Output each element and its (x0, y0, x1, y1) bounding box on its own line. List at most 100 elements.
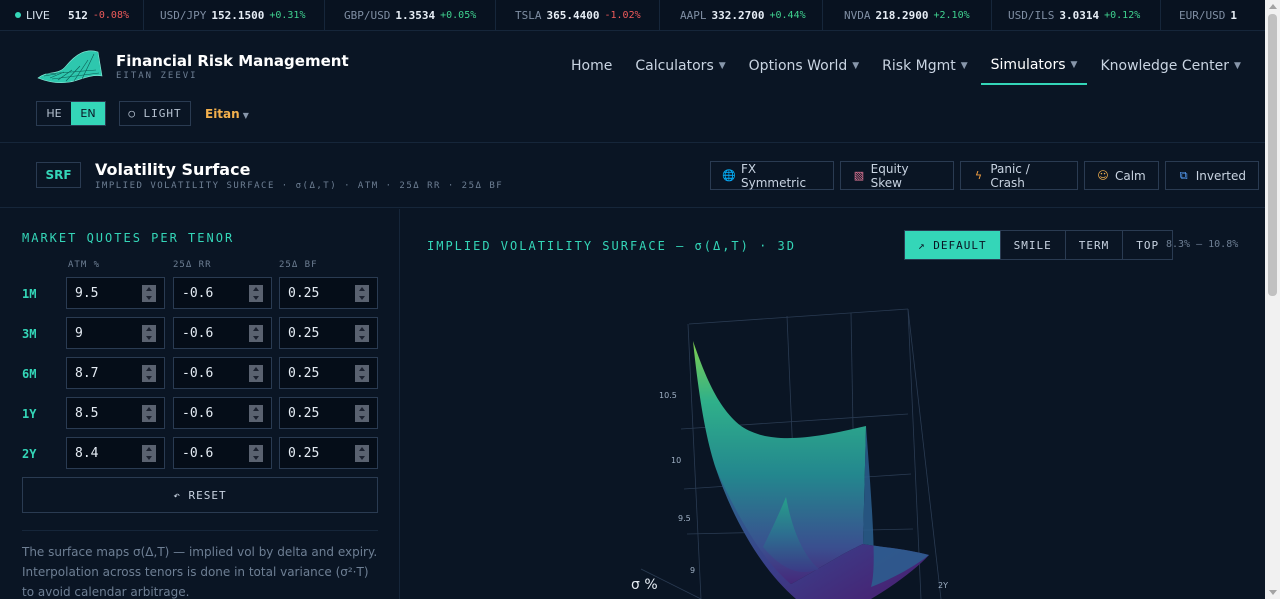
stepper-icon[interactable] (355, 285, 369, 302)
tenor-label-6m: 6M (22, 367, 37, 381)
preset-inverted-button[interactable]: ⧉ Inverted (1164, 161, 1260, 190)
market-ticker: 512 -0.08% USD/JPY 152.1500 +0.31% GBP/USD 1.3… (0, 0, 1265, 31)
stepper-icon[interactable] (249, 285, 263, 302)
input-value: -0.6 (182, 366, 214, 381)
stepper-icon[interactable] (355, 445, 369, 462)
view-term-button[interactable]: TERM (1066, 231, 1124, 259)
quote-input-1y-rr[interactable]: -0.6 (173, 397, 272, 429)
nav-item-knowledge-center[interactable]: Knowledge Center ▼ (1090, 51, 1250, 85)
stepper-icon[interactable] (355, 325, 369, 342)
quote-input-3m-rr[interactable]: -0.6 (173, 317, 272, 349)
preset-panic-crash-button[interactable]: ϟ Panic / Crash (959, 161, 1078, 190)
ticker-item[interactable]: 512 -0.08% (63, 0, 129, 30)
user-name: Eitan (205, 107, 240, 121)
quote-input-2y-atm[interactable]: 8.4 (66, 437, 165, 469)
view-smile-button[interactable]: SMILE (1001, 231, 1066, 259)
quote-input-1m-rr[interactable]: -0.6 (173, 277, 272, 309)
page-scrollbar[interactable] (1265, 0, 1280, 599)
ticker-item[interactable]: TSLA 365.4400 -1.02% (515, 0, 641, 30)
input-value: 8.5 (75, 406, 99, 421)
quote-input-3m-bf[interactable]: 0.25 (279, 317, 378, 349)
z-axis-label: σ % (631, 577, 658, 593)
preset-equity-skew-button[interactable]: ▧ Equity Skew (840, 161, 954, 190)
nav-item-simulators[interactable]: Simulators ▼ (980, 51, 1088, 85)
user-menu[interactable]: Eitan ▼ (205, 107, 249, 121)
nav-item-home[interactable]: Home (561, 51, 622, 85)
stepper-icon[interactable] (142, 285, 156, 302)
brand-subtitle: EITAN ZEEVI (116, 71, 198, 81)
ticker-price: 152.1500 (211, 8, 265, 22)
scroll-up-icon[interactable] (1269, 4, 1277, 9)
input-value: 0.25 (288, 406, 320, 421)
ticker-item[interactable]: AAPL 332.2700 +0.44% (680, 0, 806, 30)
input-value: 0.25 (288, 446, 320, 461)
chevron-down-icon: ▼ (718, 61, 726, 71)
ticker-change: +0.05% (440, 9, 477, 21)
surface-logo-icon[interactable] (36, 46, 104, 86)
quote-input-1m-bf[interactable]: 0.25 (279, 277, 378, 309)
preset-fx-symmetric-button[interactable]: 🌐 FX Symmetric (710, 161, 835, 190)
quote-input-3m-atm[interactable]: 9 (66, 317, 165, 349)
stepper-icon[interactable] (249, 445, 263, 462)
ticker-symbol: AAPL (680, 8, 707, 22)
ticker-item[interactable]: GBP/USD 1.3534 +0.05% (344, 0, 476, 30)
input-value: 0.25 (288, 366, 320, 381)
view-top-button[interactable]: TOP (1123, 231, 1172, 259)
quote-input-1y-atm[interactable]: 8.5 (66, 397, 165, 429)
quote-input-2y-rr[interactable]: -0.6 (173, 437, 272, 469)
ticker-item[interactable]: USD/ILS 3.0314 +0.12% (1008, 0, 1140, 30)
z-tick-9: 9 (690, 566, 695, 575)
lang-he-button[interactable]: HE (37, 102, 71, 125)
nav-item-options-world[interactable]: Options World ▼ (739, 51, 870, 85)
ticker-change: -1.02% (604, 9, 641, 21)
chart-icon: ▧ (853, 169, 865, 182)
ticker-change: +0.12% (1104, 9, 1141, 21)
stepper-icon[interactable] (142, 365, 156, 382)
ticker-symbol: TSLA (515, 8, 542, 22)
stepper-icon[interactable] (142, 325, 156, 342)
reset-button[interactable]: ↶ RESET (22, 477, 378, 513)
quote-input-6m-atm[interactable]: 8.7 (66, 357, 165, 389)
quote-input-6m-rr[interactable]: -0.6 (173, 357, 272, 389)
ticker-price: 1.3534 (395, 8, 436, 22)
ticker-price: 512 (68, 8, 88, 22)
stepper-icon[interactable] (249, 325, 263, 342)
quote-input-2y-bf[interactable]: 0.25 (279, 437, 378, 469)
input-value: 0.25 (288, 286, 320, 301)
nav-item-risk-mgmt[interactable]: Risk Mgmt ▼ (872, 51, 977, 85)
tenor-label-2y: 2Y (22, 447, 37, 461)
scrollbar-thumb[interactable] (1268, 14, 1277, 296)
volatility-surface-3d[interactable]: σ % 10.5 10 9.5 9 2Y (401, 269, 1265, 599)
ticker-symbol: USD/ILS (1008, 8, 1055, 22)
nav-item-label: Simulators (990, 57, 1066, 73)
ticker-item[interactable]: USD/JPY 152.1500 +0.31% (160, 0, 305, 30)
col-header-rr: 25Δ RR (173, 260, 212, 270)
brand-title[interactable]: Financial Risk Management (116, 52, 349, 70)
stepper-icon[interactable] (355, 405, 369, 422)
stepper-icon[interactable] (249, 405, 263, 422)
stepper-icon[interactable] (142, 405, 156, 422)
lang-en-button[interactable]: EN (71, 102, 105, 125)
globe-icon: 🌐 (722, 169, 736, 182)
ticker-separator (324, 0, 325, 30)
ticker-item[interactable]: NVDA 218.2900 +2.10% (844, 0, 970, 30)
calm-face-icon: ☺ (1097, 169, 1109, 182)
quote-input-1y-bf[interactable]: 0.25 (279, 397, 378, 429)
theme-toggle-button[interactable]: ○ LIGHT (119, 101, 191, 126)
scroll-down-icon[interactable] (1269, 590, 1277, 595)
stepper-icon[interactable] (355, 365, 369, 382)
quote-input-6m-bf[interactable]: 0.25 (279, 357, 378, 389)
site-header: Financial Risk Management EITAN ZEEVI Ho… (0, 31, 1265, 143)
nav-item-calculators[interactable]: Calculators ▼ (625, 51, 735, 85)
view-default-button[interactable]: ↗ DEFAULT (905, 231, 1001, 259)
preset-label: Equity Skew (870, 161, 909, 190)
stepper-icon[interactable] (249, 365, 263, 382)
stepper-icon[interactable] (142, 445, 156, 462)
ticker-item[interactable]: EUR/USD 1 (1179, 0, 1242, 30)
quote-input-1m-atm[interactable]: 9.5 (66, 277, 165, 309)
ticker-price: 3.0314 (1059, 8, 1100, 22)
live-label: LIVE (26, 8, 50, 22)
ticker-change: +0.44% (769, 9, 806, 21)
live-indicator: LIVE (0, 0, 68, 30)
preset-calm-button[interactable]: ☺ Calm (1083, 161, 1159, 190)
